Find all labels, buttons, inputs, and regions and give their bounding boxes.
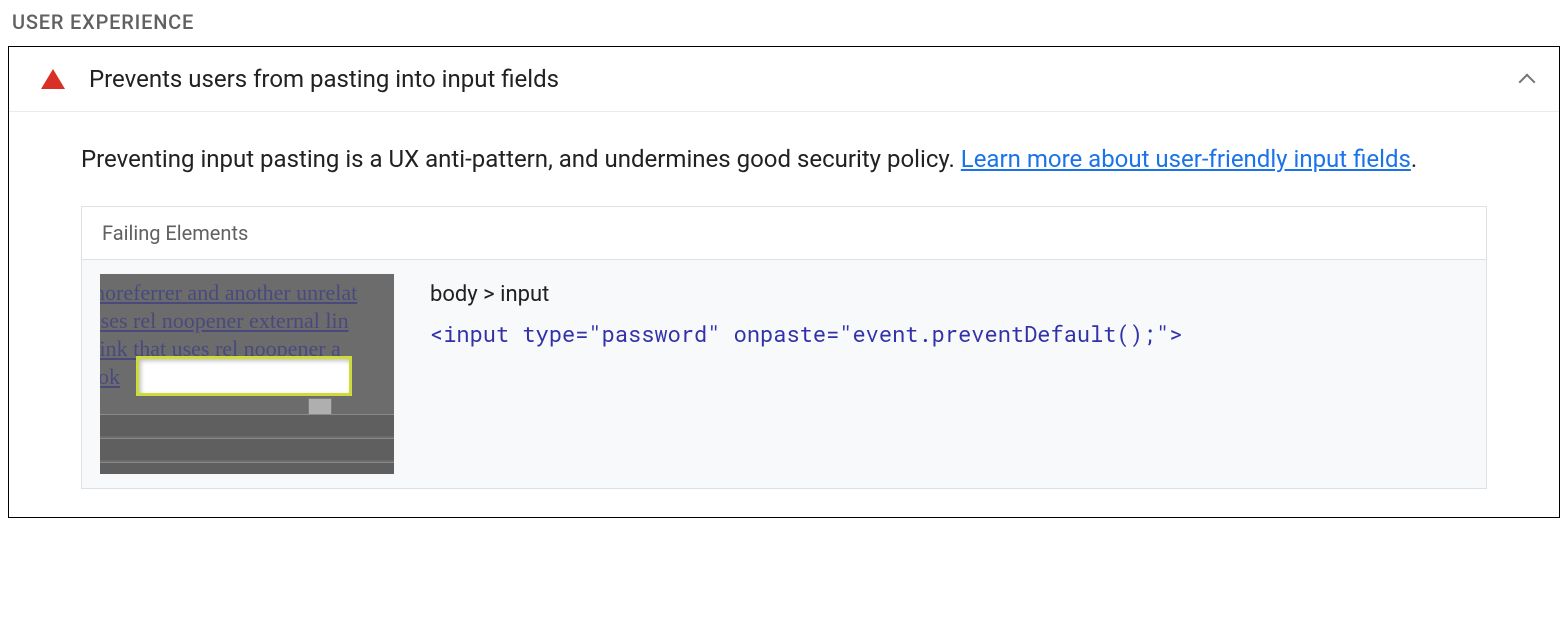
thumb-bg-stripe [100, 438, 394, 460]
thumb-bg-text: ok [100, 364, 120, 390]
audit-description-text: Preventing input pasting is a UX anti-pa… [81, 145, 961, 173]
learn-more-link[interactable]: Learn more about user-friendly input fie… [961, 145, 1411, 173]
thumb-bg-stripe [100, 462, 394, 474]
thumb-bg-text: t uses rel noopener external lin [100, 308, 349, 334]
element-snippet: <input type="password" onpaste="event.pr… [430, 319, 1468, 348]
thumbnail-highlighted-input [136, 356, 352, 396]
thumb-bg-stripe [100, 414, 394, 436]
failing-element-row: noreferrer and another unrelat t uses re… [82, 260, 1486, 488]
audit-description: Preventing input pasting is a UX anti-pa… [81, 140, 1487, 178]
thumb-bg-text: noreferrer and another unrelat [100, 280, 357, 306]
audit-body: Preventing input pasting is a UX anti-pa… [9, 112, 1559, 517]
audit-header[interactable]: Prevents users from pasting into input f… [9, 47, 1559, 112]
failing-elements-panel: Failing Elements noreferrer and another … [81, 206, 1487, 489]
warning-triangle-icon [41, 69, 65, 89]
element-thumbnail[interactable]: noreferrer and another unrelat t uses re… [100, 274, 394, 474]
chevron-up-icon[interactable] [1519, 71, 1535, 87]
audit-description-post: . [1411, 145, 1417, 173]
element-selector: body > input [430, 282, 1468, 307]
audit-card: Prevents users from pasting into input f… [8, 46, 1560, 518]
failing-elements-header: Failing Elements [82, 207, 1486, 260]
audit-title: Prevents users from pasting into input f… [89, 65, 1519, 93]
section-header: USER EXPERIENCE [8, 10, 1560, 34]
element-details: body > input <input type="password" onpa… [430, 274, 1468, 474]
